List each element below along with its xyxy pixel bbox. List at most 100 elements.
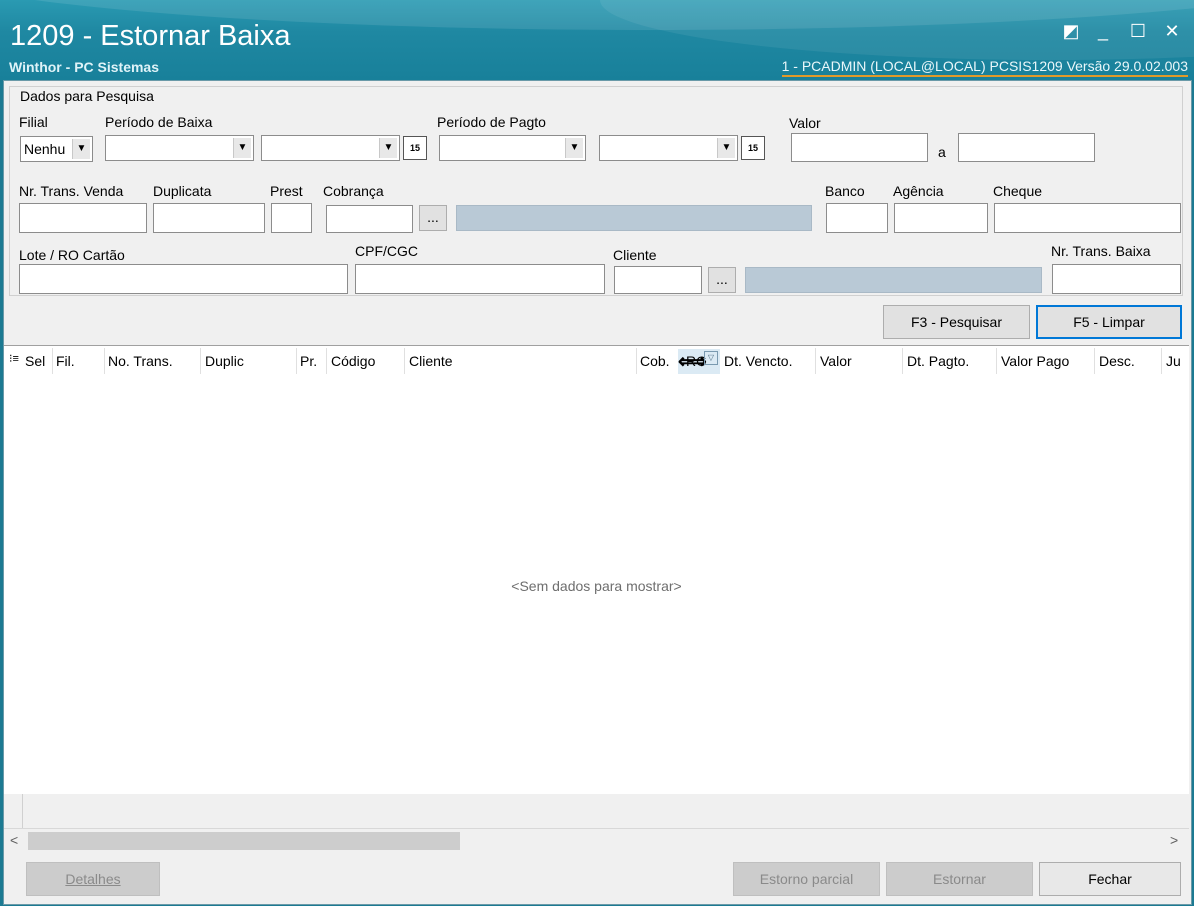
nr-trans-baixa-label: Nr. Trans. Baixa [1051,243,1151,259]
filter-icon[interactable]: ▽ [704,351,718,365]
cliente-search-button[interactable]: ... [708,267,736,293]
periodo-pagto-label: Período de Pagto [437,114,546,130]
column-duplic[interactable]: Duplic [205,353,244,369]
horizontal-scrollbar[interactable]: < > [4,829,1189,853]
valor-to-input[interactable] [958,133,1095,162]
nr-trans-venda-input[interactable] [19,203,147,233]
valor-separator: a [938,144,946,160]
close-icon[interactable]: ✕ [1162,22,1182,42]
periodo-baixa-label: Período de Baixa [105,114,213,130]
column-sel[interactable]: Sel [25,353,45,369]
calendar-icon[interactable]: 15 [741,136,765,160]
app-subtitle: Winthor - PC Sistemas [9,59,160,75]
periodo-pagto-to-combo[interactable]: ▼ [599,135,738,161]
grid-empty-message: <Sem dados para mostrar> [511,578,682,594]
duplicata-input[interactable] [153,203,265,233]
search-group-legend: Dados para Pesquisa [18,88,156,104]
cpf-cgc-input[interactable] [355,264,605,294]
column-codigo[interactable]: Código [331,353,375,369]
column-separator [636,348,637,374]
column-separator [404,348,405,374]
column-separator [296,348,297,374]
results-grid[interactable]: ⁝≡ Sel Fil. No. Trans. Duplic Pr. Código… [4,345,1189,852]
scroll-left-icon[interactable]: < [10,832,18,848]
column-dt-vencto[interactable]: Dt. Vencto. [724,353,792,369]
estorno-parcial-button[interactable]: Estorno parcial [733,862,880,896]
column-pr[interactable]: Pr. [300,353,317,369]
column-separator [52,348,53,374]
session-info: 1 - PCADMIN (LOCAL@LOCAL) PCSIS1209 Vers… [781,58,1188,77]
fechar-button[interactable]: Fechar [1039,862,1181,896]
prest-label: Prest [270,183,303,199]
valor-from-input[interactable] [791,133,928,162]
periodo-pagto-from-combo[interactable]: ▼ [439,135,586,161]
column-cliente[interactable]: Cliente [409,353,453,369]
nr-trans-baixa-input[interactable] [1052,264,1181,294]
column-separator [1094,348,1095,374]
column-separator [104,348,105,374]
cobranca-description [456,205,812,231]
cheque-input[interactable] [994,203,1181,233]
nr-trans-venda-label: Nr. Trans. Venda [19,183,124,199]
column-chooser-icon[interactable]: ⁝≡ [9,352,19,365]
filial-value: Nenhu [24,141,66,157]
scrollbar-thumb[interactable] [28,832,460,850]
cliente-input[interactable] [614,266,702,294]
scroll-right-icon[interactable]: > [1170,832,1178,848]
minimize-icon[interactable]: _ [1093,22,1113,42]
restore-icon[interactable]: ◩ [1061,22,1081,42]
cheque-label: Cheque [993,183,1043,199]
prest-input[interactable] [271,203,312,233]
cliente-description [745,267,1042,293]
periodo-baixa-to-combo[interactable]: ▼ [261,135,400,161]
limpar-button[interactable]: F5 - Limpar [1036,305,1182,339]
detalhes-button[interactable]: Detalhes [26,862,160,896]
title-bar: 1209 - Estornar Baixa Winthor - PC Siste… [0,0,1194,80]
column-separator [902,348,903,374]
column-cob[interactable]: Cob. [640,353,670,369]
column-separator [326,348,327,374]
footer-divider [22,794,23,828]
filial-combo[interactable]: Nenhu ▼ [20,136,93,162]
calendar-icon[interactable]: 15 [403,136,427,160]
cpf-cgc-label: CPF/CGC [355,243,418,259]
column-desc[interactable]: Desc. [1099,353,1135,369]
chevron-down-icon[interactable]: ▼ [379,138,397,158]
pesquisar-button[interactable]: F3 - Pesquisar [883,305,1030,339]
column-no-trans[interactable]: No. Trans. [108,353,173,369]
cobranca-label: Cobrança [323,183,384,199]
chevron-down-icon[interactable]: ▼ [233,138,251,158]
cobranca-input[interactable] [326,205,413,233]
chevron-down-icon[interactable]: ▼ [565,138,583,158]
grid-header: ⁝≡ Sel Fil. No. Trans. Duplic Pr. Código… [4,346,1189,376]
lote-ro-cartao-input[interactable] [19,264,348,294]
grid-footer-strip [4,794,1189,829]
duplicata-label: Duplicata [153,183,212,199]
column-separator [1161,348,1162,374]
main-window: Dados para Pesquisa Filial Nenhu ▼ Perío… [3,80,1192,905]
banco-input[interactable] [826,203,888,233]
column-dt-pagto[interactable]: Dt. Pagto. [907,353,969,369]
column-valor-pago[interactable]: Valor Pago [1001,353,1069,369]
chevron-down-icon[interactable]: ▼ [717,138,735,158]
filial-label: Filial [19,114,48,130]
agencia-label: Agência [893,183,944,199]
column-rc-hover[interactable]: RC ⟺ ▽ [678,349,720,374]
maximize-icon[interactable]: ☐ [1128,22,1148,42]
column-fil[interactable]: Fil. [56,353,75,369]
lote-ro-cartao-label: Lote / RO Cartão [19,247,125,263]
column-separator [200,348,201,374]
column-juros[interactable]: Ju [1166,353,1181,369]
chevron-down-icon[interactable]: ▼ [72,139,90,159]
agencia-input[interactable] [894,203,988,233]
banco-label: Banco [825,183,865,199]
cliente-label: Cliente [613,247,657,263]
valor-label: Valor [789,115,821,131]
column-separator [815,348,816,374]
periodo-baixa-from-combo[interactable]: ▼ [105,135,254,161]
estornar-button[interactable]: Estornar [886,862,1033,896]
window-title: 1209 - Estornar Baixa [10,20,291,52]
resize-cursor-icon: ⟺ [678,351,707,373]
cobranca-search-button[interactable]: ... [419,205,447,231]
column-valor[interactable]: Valor [820,353,852,369]
